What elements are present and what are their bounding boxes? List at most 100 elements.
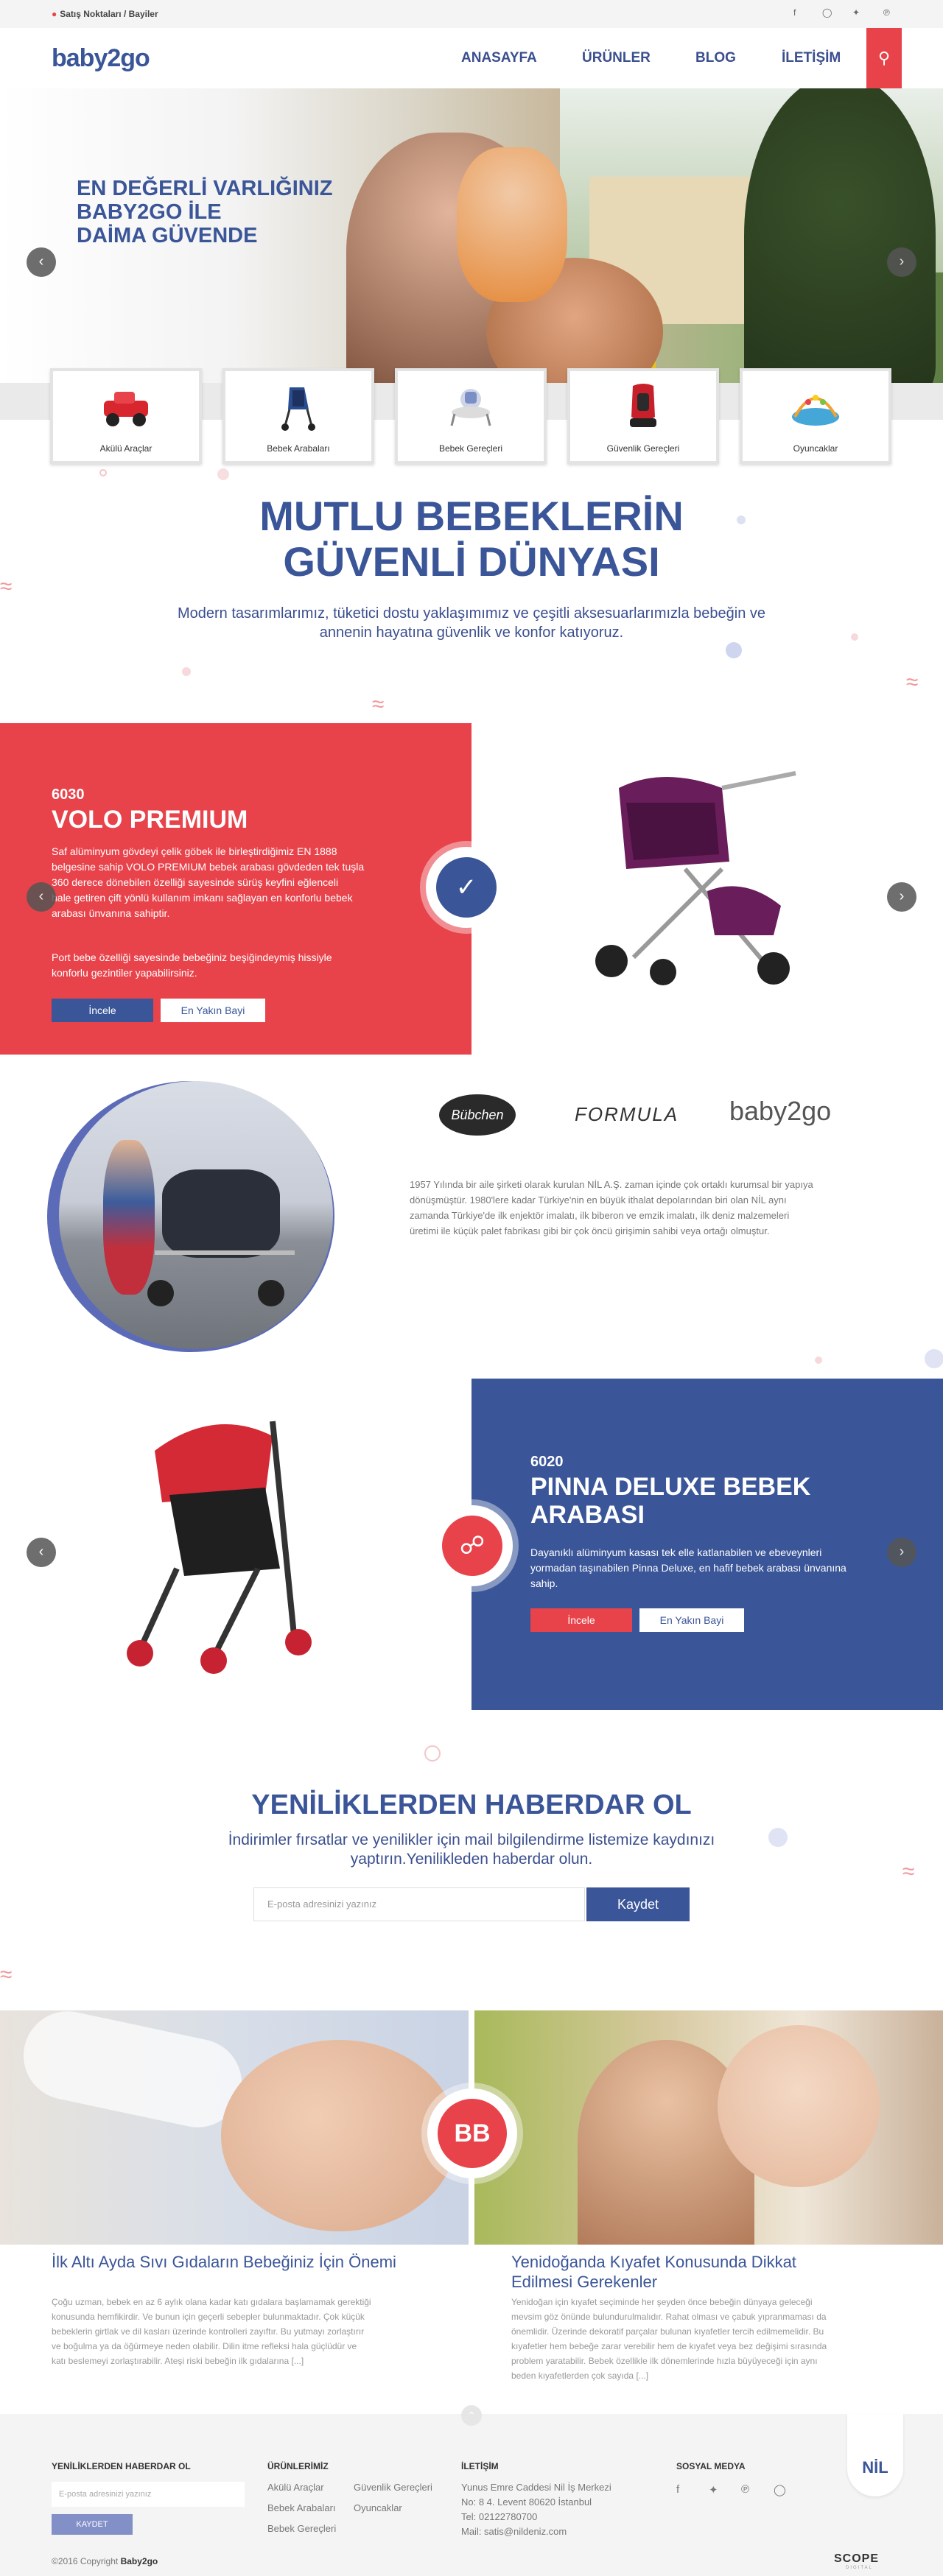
product-code: 6030 <box>52 786 85 803</box>
twitter-icon[interactable]: ✦ <box>852 7 860 18</box>
decor-dot <box>217 468 229 480</box>
decor-squiggle: ≈ <box>372 692 385 717</box>
hero-next-button[interactable]: › <box>887 247 916 277</box>
decor-squiggle: ≈ <box>902 1859 915 1884</box>
blog-post-1-image[interactable] <box>0 2010 469 2245</box>
copyright: ©2016 Copyright Baby2go <box>52 2556 158 2566</box>
blog-post-2-title[interactable]: Yenidoğanda Kıyafet Konusunda Dikkat Edi… <box>511 2252 909 2292</box>
brand-mother-stroller-photo <box>59 1081 333 1349</box>
category-card-toys[interactable]: Oyuncaklar <box>740 368 891 464</box>
hero-slider: EN DEĞERLİ VARLIĞINIZ BABY2GO İLE DAİMA … <box>0 88 943 383</box>
intro-title: MUTLU BEBEKLERİN GÜVENLİ DÜNYASI <box>259 493 684 585</box>
category-card-baby-gear[interactable]: Bebek Gereçleri <box>395 368 547 464</box>
nav-products[interactable]: ÜRÜNLER <box>582 50 651 66</box>
brand-logo-baby2go[interactable]: baby2go <box>729 1096 831 1127</box>
footer-contact-title: İLETİŞİM <box>461 2461 499 2471</box>
blog-post-2-excerpt: Yenidoğan için kıyafet seçiminde her şey… <box>511 2297 827 2381</box>
product2-prev-button[interactable]: ‹ <box>27 1538 56 1567</box>
footer-email[interactable]: Mail: satis@nildeniz.com <box>461 2526 567 2537</box>
twitter-icon[interactable]: ✦ <box>709 2483 718 2496</box>
footer-social-title: SOSYAL MEDYA <box>676 2461 746 2471</box>
search-icon: ⚲ <box>877 49 891 67</box>
footer-link[interactable]: Oyuncaklar <box>354 2502 402 2513</box>
facebook-icon[interactable]: f <box>676 2483 679 2496</box>
dealers-link[interactable]: ● Satış Noktaları / Bayiler <box>52 9 158 19</box>
footer-link[interactable]: Bebek Arabaları <box>267 2502 336 2513</box>
pinna-deluxe-stroller-image <box>127 1421 312 1674</box>
product1-next-button[interactable]: › <box>887 882 916 912</box>
intro-text: Modern tasarımlarımız, tüketici dostu ya… <box>177 605 766 641</box>
ride-on-car-icon <box>104 392 148 426</box>
map-pin-icon: ● <box>52 9 57 19</box>
newsletter-title: YENİLİKLERDEN HABERDAR OL <box>251 1790 692 1820</box>
product-description: Saf alüminyum gövdeyi çelik göbek ile bi… <box>52 845 365 919</box>
newsletter-email-input[interactable]: E-posta adresinizi yazınız <box>253 1887 585 1921</box>
category-label: Güvenlik Gereçleri <box>606 443 680 454</box>
scope-logo-sub: DIGITAL <box>846 2566 873 2570</box>
decor-dot <box>424 1745 441 1762</box>
blog-post-1-title[interactable]: İlk Altı Ayda Sıvı Gıdaların Bebeğiniz İ… <box>52 2252 449 2272</box>
scroll-top-button[interactable]: ⌃ <box>461 2405 482 2426</box>
company-history-text: 1957 Yılında bir aile şirketi olarak kur… <box>410 1179 813 1236</box>
facebook-icon[interactable]: f <box>793 7 796 18</box>
chevron-left-icon: ‹ <box>38 253 44 270</box>
pinterest-icon[interactable]: ℗ <box>883 7 890 18</box>
category-card-ride-on[interactable]: Akülü Araçlar <box>50 368 202 464</box>
decor-squiggle: ≈ <box>906 670 919 694</box>
footer-email-input[interactable]: E-posta adresinizi yazınız <box>52 2482 245 2507</box>
product-badge: ✓ <box>426 847 507 928</box>
nav-contact[interactable]: İLETİŞİM <box>782 50 841 66</box>
dealers-link-label: Satış Noktaları / Bayiler <box>60 9 158 19</box>
brand-logo-bubchen[interactable]: Bübchen <box>439 1094 516 1136</box>
chevron-right-icon: › <box>899 1544 905 1560</box>
top-bar: ● Satış Noktaları / Bayiler f ◯ ✦ ℗ <box>0 0 943 28</box>
decor-dot <box>99 469 107 476</box>
blog-post-2-image[interactable] <box>474 2010 943 2245</box>
decor-dot <box>726 642 742 658</box>
footer-subscribe-button[interactable]: KAYDET <box>52 2514 133 2535</box>
walker-icon <box>450 389 491 426</box>
hero-photo-tree <box>744 88 936 383</box>
category-label: Bebek Gereçleri <box>438 443 503 454</box>
scope-logo[interactable]: SCOPE <box>834 2552 879 2566</box>
nearest-dealer-button[interactable]: En Yakın Bayi <box>161 999 265 1022</box>
nil-logo[interactable]: NİL <box>847 2414 903 2496</box>
footer-newsletter-title: YENİLİKLERDEN HABERDAR OL <box>52 2461 191 2471</box>
site-logo[interactable]: baby2go <box>52 44 150 73</box>
newsletter-submit-button[interactable]: Kaydet <box>586 1887 690 1921</box>
car-seat-icon <box>630 384 656 427</box>
search-button[interactable]: ⚲ <box>866 28 902 88</box>
blog-badge: BB <box>427 2088 517 2178</box>
stroller-icon <box>281 387 315 431</box>
volo-premium-stroller-image <box>595 771 796 985</box>
footer-link[interactable]: Bebek Gereçleri <box>267 2523 336 2534</box>
instagram-icon[interactable]: ◯ <box>774 2483 786 2496</box>
product1-prev-button[interactable]: ‹ <box>27 882 56 912</box>
hero-photo-baby <box>457 147 567 302</box>
footer-link[interactable]: Akülü Araçlar <box>267 2482 324 2493</box>
blog-post-1-excerpt: Çoğu uzman, bebek en az 6 aylık olana ka… <box>52 2297 371 2366</box>
chevron-right-icon: › <box>899 253 905 270</box>
instagram-icon[interactable]: ◯ <box>822 7 832 18</box>
hero-prev-button[interactable]: ‹ <box>27 247 56 277</box>
play-gym-icon <box>792 395 839 426</box>
nav-home[interactable]: ANASAYFA <box>461 50 537 66</box>
footer: ⌃ YENİLİKLERDEN HABERDAR OL E-posta adre… <box>0 2405 943 2576</box>
inspect-button[interactable]: İncele <box>530 1608 632 1632</box>
inspect-button[interactable]: İncele <box>52 999 153 1022</box>
product2-next-button[interactable]: › <box>887 1538 916 1567</box>
brand-logo-formula[interactable]: FORMULA <box>575 1103 679 1126</box>
pinterest-icon[interactable]: ℗ <box>741 2483 749 2496</box>
product-title: VOLO PREMIUM <box>52 806 248 834</box>
category-card-safety[interactable]: Güvenlik Gereçleri <box>567 368 719 464</box>
chevron-right-icon: › <box>899 888 905 904</box>
nav-blog[interactable]: BLOG <box>695 50 736 66</box>
chevron-left-icon: ‹ <box>38 1544 44 1560</box>
category-card-strollers[interactable]: Bebek Arabaları <box>222 368 374 464</box>
decor-dot <box>182 667 191 676</box>
shield-check-icon: ✓ <box>436 857 497 918</box>
footer-link[interactable]: Güvenlik Gereçleri <box>354 2482 432 2493</box>
product-volo-panel: 6030 VOLO PREMIUM Saf alüminyum gövdeyi … <box>0 723 472 1055</box>
nearest-dealer-button[interactable]: En Yakın Bayi <box>639 1608 744 1632</box>
category-label: Akülü Araçlar <box>99 443 153 454</box>
